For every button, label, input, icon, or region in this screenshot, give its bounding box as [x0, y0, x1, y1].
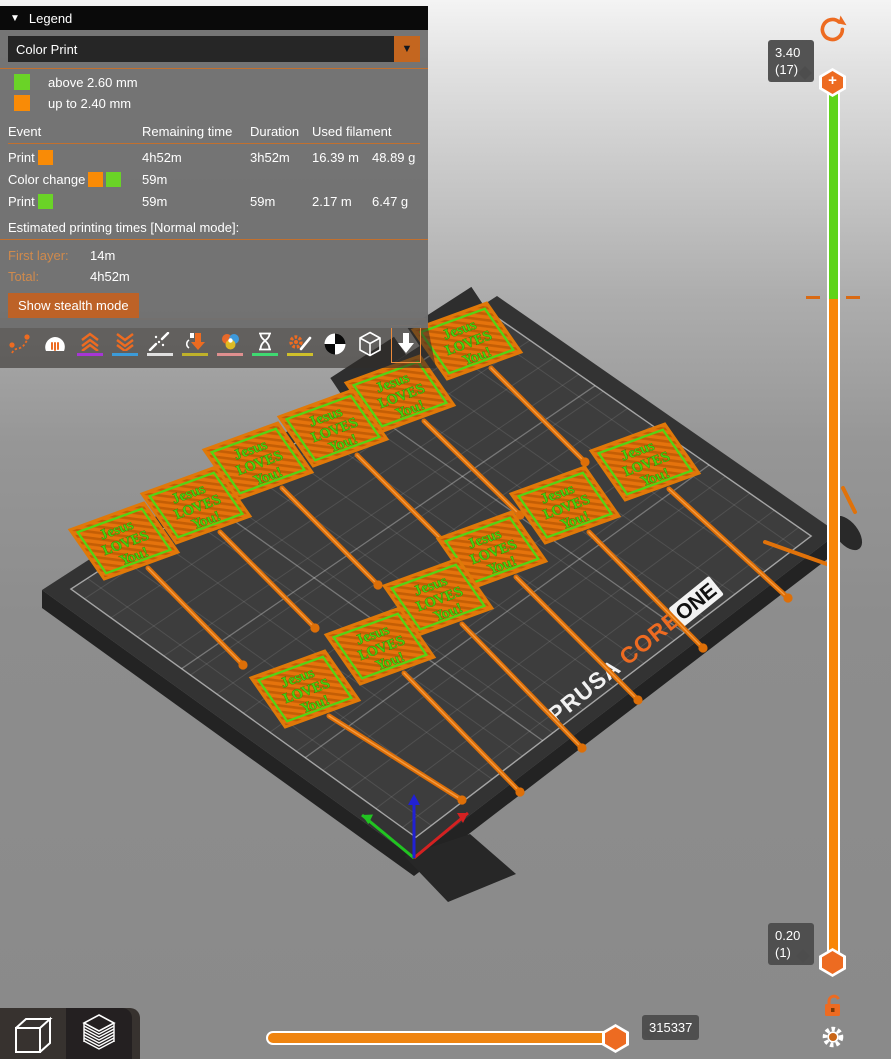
total-row: Total: 4h52m [0, 266, 428, 287]
view-mode-toggle [0, 1008, 140, 1059]
show-stealth-mode-button[interactable]: Show stealth mode [8, 293, 139, 318]
center-of-gravity-icon[interactable] [321, 324, 349, 364]
filament-g-value: 48.89 g [372, 149, 416, 165]
total-label: Total: [8, 269, 40, 284]
reset-view-icon[interactable] [815, 14, 847, 51]
deretractions-underline [112, 353, 138, 356]
view-type-value[interactable]: Color Print [8, 36, 394, 62]
layer-top-tooltip: 3.40 (17) [768, 40, 814, 82]
table-row: Print 59m 59m 2.17 m 6.47 g [8, 190, 420, 212]
layer-range-slider[interactable] [827, 82, 840, 970]
tool-marker-icon[interactable] [391, 325, 421, 363]
table-header-row: Event Remaining time Duration Used filam… [8, 121, 420, 141]
layer-height-value: 0.20 [775, 928, 801, 943]
first-layer-label: First layer: [8, 248, 69, 263]
orange-swatch [14, 95, 30, 111]
col-duration: Duration [250, 123, 300, 139]
custom-gcode-underline [287, 353, 313, 356]
event-label: Print [8, 193, 35, 209]
separator [8, 143, 420, 144]
gcode-preview-window: PRUSA CORE ONE Jesus LOVES You! Jesus LOVES You… [0, 0, 891, 1059]
filament-m-value: 2.17 m [312, 193, 352, 209]
legend-item-label: up to 2.40 mm [48, 95, 132, 111]
seams-underline [147, 353, 173, 356]
legend-item: above 2.60 mm [0, 69, 428, 90]
event-label: Print [8, 149, 35, 165]
table-row: Print 4h52m 3h52m 16.39 m 48.89 g [8, 146, 420, 168]
col-event: Event [8, 123, 42, 139]
deretractions-icon[interactable] [111, 324, 139, 364]
green-swatch [37, 193, 53, 209]
moves-slider[interactable] [266, 1031, 628, 1045]
dropdown-arrow-icon[interactable]: ▼ [394, 36, 420, 62]
add-color-change-icon[interactable]: + [819, 72, 846, 89]
col-remaining: Remaining time [142, 123, 233, 139]
first-layer-value: 14m [90, 248, 116, 263]
retractions-icon[interactable] [76, 324, 104, 364]
custom-gcode-icon[interactable] [286, 324, 314, 364]
remaining-value: 4h52m [142, 149, 182, 165]
legend-item-label: above 2.60 mm [48, 74, 138, 90]
col-filament: Used filament [312, 123, 392, 139]
legend-panel: ▼ Legend Color Print ▼ above 2.60 mm up … [0, 6, 428, 328]
retractions-underline [77, 353, 103, 356]
table-row: Color change 59m [8, 168, 420, 190]
pause-prints-underline [252, 353, 278, 356]
color-change-tick-right [846, 296, 860, 299]
pause-prints-icon[interactable] [251, 324, 279, 364]
orange-swatch [37, 149, 53, 165]
event-label: Color change [8, 171, 86, 187]
remaining-value: 59m [142, 171, 168, 187]
lock-slider-icon[interactable] [819, 991, 847, 1026]
slider-settings-gear-icon[interactable] [820, 1024, 846, 1055]
legend-header[interactable]: ▼ Legend [0, 6, 428, 30]
color-changes-icon[interactable] [216, 324, 244, 364]
view-3d-button[interactable] [0, 1008, 66, 1059]
first-layer-row: First layer: 14m [0, 245, 428, 266]
remaining-value: 59m [142, 193, 168, 209]
moves-tooltip: 315337 [642, 1015, 700, 1040]
move-index-value: 315337 [649, 1020, 693, 1035]
filament-m-value: 16.39 m [312, 149, 359, 165]
duration-value: 3h52m [250, 149, 290, 165]
layer-height-value: 3.40 [775, 45, 801, 60]
collapse-triangle-icon[interactable]: ▼ [10, 13, 20, 24]
filament-g-value: 6.47 g [372, 193, 409, 209]
view-type-dropdown[interactable]: Color Print ▼ [8, 36, 420, 62]
orange-swatch [88, 171, 104, 187]
separator [0, 239, 428, 240]
duration-value: 59m [250, 193, 276, 209]
layer-bottom-tooltip: 0.20 (1) [768, 923, 814, 965]
estimated-times-title: Estimated printing times [Normal mode]: [8, 220, 240, 235]
green-swatch [106, 171, 122, 187]
color-change-tick-left [806, 296, 820, 299]
purge-line [841, 486, 857, 514]
travel-moves-icon[interactable] [6, 324, 34, 364]
tool-changes-underline [182, 353, 208, 356]
color-changes-underline [217, 353, 243, 356]
legend-item: up to 2.40 mm [0, 90, 428, 111]
layer-number-value: (17) [775, 62, 799, 77]
green-swatch [14, 74, 30, 90]
view-layers-button[interactable] [66, 1008, 132, 1059]
wipe-icon[interactable] [41, 324, 69, 364]
shells-icon[interactable] [356, 324, 384, 364]
layer-number-value: (1) [775, 945, 791, 960]
seams-icon[interactable] [146, 324, 174, 364]
tool-changes-icon[interactable] [181, 324, 209, 364]
events-table: Event Remaining time Duration Used filam… [0, 121, 420, 212]
legend-title: Legend [28, 10, 73, 26]
total-value: 4h52m [90, 269, 130, 284]
